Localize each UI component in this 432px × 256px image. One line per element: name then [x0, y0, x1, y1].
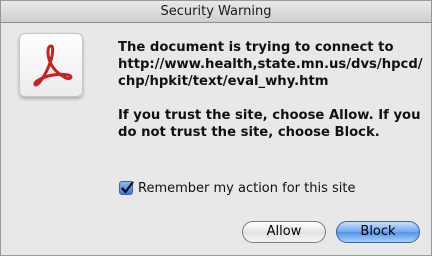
trust-instruction: If you trust the site, choose Allow. If … — [118, 108, 421, 140]
remember-action-row[interactable]: Remember my action for this site — [119, 179, 355, 197]
allow-button[interactable]: Allow — [242, 221, 326, 243]
checkmark-icon — [121, 181, 134, 194]
message-url: http://www.health,state.mn.us/dvs/hpcd/c… — [118, 57, 423, 89]
security-warning-dialog: Security Warning The document is trying … — [0, 0, 432, 256]
adobe-acrobat-icon — [19, 33, 83, 97]
message-line: The document is trying to connect to — [118, 40, 394, 55]
remember-action-label[interactable]: Remember my action for this site — [138, 181, 355, 196]
warning-message: The document is trying to connect to htt… — [118, 39, 424, 141]
block-button[interactable]: Block — [336, 221, 420, 243]
title-bar[interactable]: Security Warning — [1, 1, 431, 23]
dialog-title: Security Warning — [160, 4, 272, 19]
remember-action-checkbox[interactable] — [119, 181, 134, 195]
